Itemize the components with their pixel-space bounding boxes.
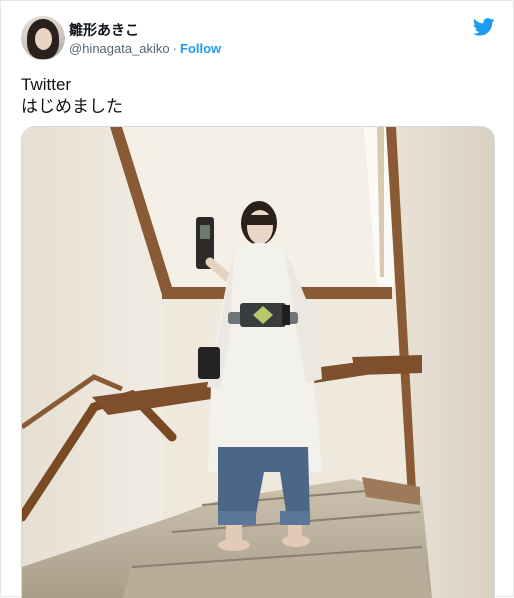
tweet-text: Twitter はじめました [21, 74, 123, 118]
display-name[interactable]: 雛形あきこ [69, 20, 139, 40]
avatar[interactable] [21, 16, 65, 60]
landing-rail-right [352, 355, 422, 375]
handle-row: @hinagata_akiko · Follow [69, 41, 221, 56]
tweet-card: 雛形あきこ @hinagata_akiko · Follow Twitter はじめ… [0, 0, 514, 598]
follow-link[interactable]: Follow [180, 41, 221, 56]
tweet-photo[interactable] [21, 126, 495, 598]
tweet-text-line-2: はじめました [21, 97, 123, 116]
photo-scene [22, 127, 494, 598]
user-handle[interactable]: @hinagata_akiko [69, 41, 170, 56]
avatar-face [35, 28, 52, 50]
tweet-text-line-1: Twitter [21, 75, 72, 94]
separator-dot: · [172, 41, 177, 56]
twitter-bird-icon[interactable] [473, 18, 495, 36]
